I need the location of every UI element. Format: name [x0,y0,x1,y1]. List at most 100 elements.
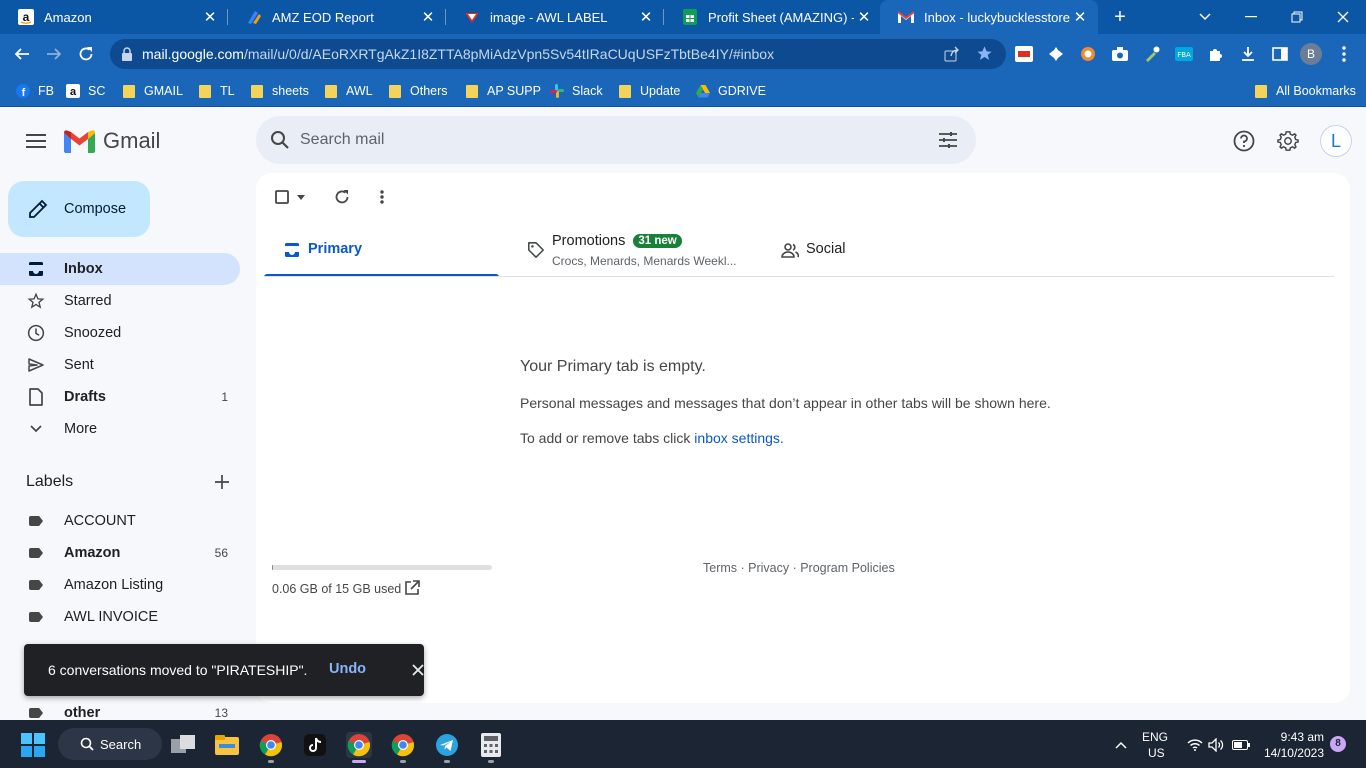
chrome-profile-avatar[interactable]: B [1300,43,1322,65]
label-item-amazon[interactable]: Amazon 56 [0,537,240,569]
extension-label-icon[interactable] [1014,44,1034,64]
sidebar-item-label: Sent [64,357,94,373]
new-tab-button[interactable]: + [1108,5,1132,29]
volume-icon[interactable] [1203,732,1229,758]
battery-icon[interactable] [1228,732,1254,758]
sidebar-item-more[interactable]: More [0,413,240,445]
extension-fba-icon[interactable]: FBA [1174,44,1194,64]
open-storage-icon[interactable] [404,580,420,596]
extension-camera-icon[interactable] [1110,44,1130,64]
close-tab-icon[interactable]: ✕ [418,8,438,26]
task-view-icon[interactable] [170,732,196,758]
chrome-profile-b-app-icon[interactable] [346,732,372,758]
restore-button[interactable] [1274,0,1320,34]
bookmark-folder-awl[interactable]: AWL [324,82,373,100]
browser-tab-eod-report[interactable]: AMZ EOD Report ✕ [228,0,446,34]
main-menu-icon[interactable] [22,127,50,155]
select-dropdown-icon[interactable] [292,187,310,207]
settings-gear-icon[interactable] [1275,128,1301,154]
calculator-app-icon[interactable] [478,732,504,758]
chrome-profile-j-app-icon[interactable] [390,732,416,758]
sidebar-item-drafts[interactable]: Drafts 1 [0,381,240,413]
label-item-account[interactable]: ACCOUNT [0,505,240,537]
bookmark-gdrive[interactable]: GDRIVE [696,82,766,100]
sidebar-item-inbox[interactable]: Inbox [0,253,240,285]
more-options-icon[interactable] [372,187,392,207]
clock[interactable]: 9:43 am 14/10/2023 [1262,730,1324,760]
search-options-icon[interactable] [936,128,960,152]
reload-button[interactable] [73,41,99,67]
minimize-button[interactable] [1228,0,1274,34]
search-input[interactable] [300,128,900,152]
bookmark-fb[interactable]: f FB [16,82,54,100]
bookmark-slack[interactable]: Slack [550,82,603,100]
bookmark-folder-ap-supp[interactable]: AP SUPP [465,82,541,100]
close-tab-icon[interactable]: ✕ [200,8,220,26]
telegram-app-icon[interactable] [434,732,460,758]
tab-primary[interactable]: Primary [264,225,499,277]
taskbar-search[interactable]: Search [58,728,162,760]
sidebar-item-snoozed[interactable]: Snoozed [0,317,240,349]
address-bar[interactable]: mail.google.com/mail/u/0/d/AEoRXRTgAkZ1I… [110,39,1006,69]
close-tab-icon[interactable]: ✕ [854,8,874,26]
bookmark-sc[interactable]: a SC [66,82,105,100]
undo-button[interactable]: Undo [329,661,366,677]
label-item-amazon-listing[interactable]: Amazon Listing [0,569,240,601]
inbox-settings-link[interactable]: inbox settings [694,430,780,446]
forward-button[interactable] [41,41,67,67]
keyboard-language[interactable]: ENG US [1142,730,1168,760]
site-info-icon[interactable] [121,47,133,66]
chrome-menu-icon[interactable] [1334,44,1354,64]
tab-social[interactable]: Social [762,225,962,277]
tray-chevron-up-icon[interactable] [1108,732,1134,758]
side-panel-icon[interactable] [1270,44,1290,64]
bookmark-folder-sheets[interactable]: sheets [250,82,309,100]
url-host: mail.google.com [142,46,244,62]
browser-tab-awl-label[interactable]: image - AWL LABEL ✕ [446,0,664,34]
sidebar-item-sent[interactable]: Sent [0,349,240,381]
bookmark-folder-others[interactable]: Others [388,82,448,100]
tab-promotions[interactable]: Promotions 31 new Crocs, Menards, Menards… [508,225,760,277]
sidebar-item-starred[interactable]: Starred [0,285,240,317]
notification-count-badge[interactable]: 8 [1330,736,1346,752]
file-explorer-icon[interactable] [214,732,240,758]
folder-icon [618,84,632,98]
extension-circle-icon[interactable] [1078,44,1098,64]
share-icon[interactable] [944,46,960,67]
close-icon[interactable] [410,662,426,678]
tiktok-app-icon[interactable] [302,732,328,758]
extensions-puzzle-icon[interactable] [1206,44,1226,64]
chrome-app-icon[interactable] [258,732,284,758]
label-item-other[interactable]: other 13 [0,697,240,721]
download-icon[interactable] [1238,44,1258,64]
extension-puzzle-icon[interactable] [1046,44,1066,64]
bookmark-folder-gmail[interactable]: GMAIL [122,82,183,100]
label-item-awl-invoice[interactable]: AWL INVOICE [0,601,240,633]
browser-tab-profit-sheet[interactable]: Profit Sheet (AMAZING) - Go ✕ [664,0,882,34]
search-bar[interactable] [256,116,976,164]
compose-button[interactable]: Compose [8,181,150,237]
help-icon[interactable] [1231,128,1257,154]
close-tab-icon[interactable]: ✕ [1070,8,1090,26]
add-label-icon[interactable] [212,472,232,492]
bookmark-star-icon[interactable] [976,45,993,67]
gmail-logo[interactable]: Gmail [64,127,160,155]
tab-search-chevron-icon[interactable] [1182,0,1228,34]
browser-tab-gmail-inbox[interactable]: Inbox - luckybucklesstore@g ✕ [880,0,1098,34]
promotions-senders: Crocs, Menards, Menards Weekl... [552,254,737,268]
all-bookmarks-folder[interactable]: All Bookmarks [1254,82,1356,100]
windows-start-icon[interactable] [20,732,46,758]
search-icon[interactable] [268,128,292,152]
footer-links[interactable]: Terms · Privacy · Program Policies [703,561,895,575]
refresh-icon[interactable] [332,187,352,207]
extension-dropper-icon[interactable] [1142,44,1162,64]
close-tab-icon[interactable]: ✕ [636,8,656,26]
back-button[interactable] [9,41,35,67]
bookmark-folder-tl[interactable]: TL [198,82,235,100]
select-all-checkbox[interactable] [272,187,292,207]
bookmark-folder-update[interactable]: Update [618,82,680,100]
close-window-button[interactable] [1320,0,1366,34]
account-avatar[interactable]: L [1320,125,1352,157]
label-count: 13 [214,706,228,720]
browser-tab-amazon[interactable]: a Amazon ✕ [0,0,228,34]
